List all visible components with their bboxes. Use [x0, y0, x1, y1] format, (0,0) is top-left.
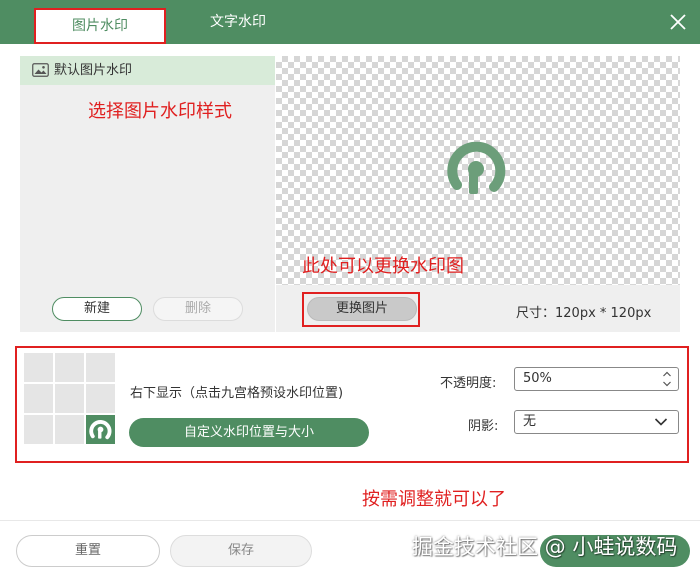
close-icon	[670, 14, 686, 30]
spinner-arrows-icon[interactable]	[662, 370, 672, 388]
watermark-logo-icon	[89, 420, 112, 440]
reset-button[interactable]: 重置	[16, 535, 160, 567]
annotation-adjust: 按需调整就可以了	[362, 489, 506, 510]
save-button[interactable]: 保存	[170, 535, 312, 567]
watermark-logo-icon	[447, 141, 506, 194]
grid-cell-top-right[interactable]	[86, 353, 115, 382]
annotation-choose-style: 选择图片水印样式	[88, 101, 232, 122]
delete-button[interactable]: 删除	[153, 297, 243, 321]
shadow-label: 阴影:	[468, 419, 499, 434]
opacity-label: 不透明度:	[440, 376, 497, 391]
grid-cell-bottom-left[interactable]	[24, 415, 53, 444]
new-button[interactable]: 新建	[52, 297, 142, 321]
annotation-replace-here: 此处可以更换水印图	[302, 256, 464, 277]
position-label: 右下显示（点击九宫格预设水印位置)	[130, 386, 344, 401]
replace-image-button[interactable]: 更换图片	[307, 297, 417, 321]
grid-cell-top-center[interactable]	[55, 353, 84, 382]
size-label: 尺寸：120px * 120px	[516, 306, 652, 321]
chevron-down-icon	[654, 418, 668, 426]
tab-image-watermark[interactable]: 图片水印	[34, 8, 166, 44]
position-grid	[24, 353, 116, 445]
grid-cell-bottom-center[interactable]	[55, 415, 84, 444]
image-icon	[32, 63, 49, 77]
list-item-label: 默认图片水印	[54, 63, 133, 78]
shadow-value: 无	[523, 414, 537, 429]
grid-cell-middle-right[interactable]	[86, 384, 115, 413]
watermark-preview	[276, 56, 680, 285]
list-item-default-watermark[interactable]: 默认图片水印	[20, 56, 275, 85]
footer-divider	[0, 520, 700, 521]
opacity-stepper[interactable]: 50%	[514, 367, 679, 391]
grid-cell-bottom-right[interactable]	[86, 415, 115, 444]
opacity-value: 50%	[523, 371, 552, 386]
site-watermark: 掘金技术社区 @ 小蛙说数码	[412, 535, 678, 559]
grid-cell-middle-left[interactable]	[24, 384, 53, 413]
close-button[interactable]	[666, 10, 690, 34]
grid-cell-top-left[interactable]	[24, 353, 53, 382]
grid-cell-center[interactable]	[55, 384, 84, 413]
tab-text-watermark[interactable]: 文字水印	[176, 0, 300, 44]
shadow-select[interactable]: 无	[514, 410, 679, 434]
custom-position-button[interactable]: 自定义水印位置与大小	[129, 418, 369, 447]
